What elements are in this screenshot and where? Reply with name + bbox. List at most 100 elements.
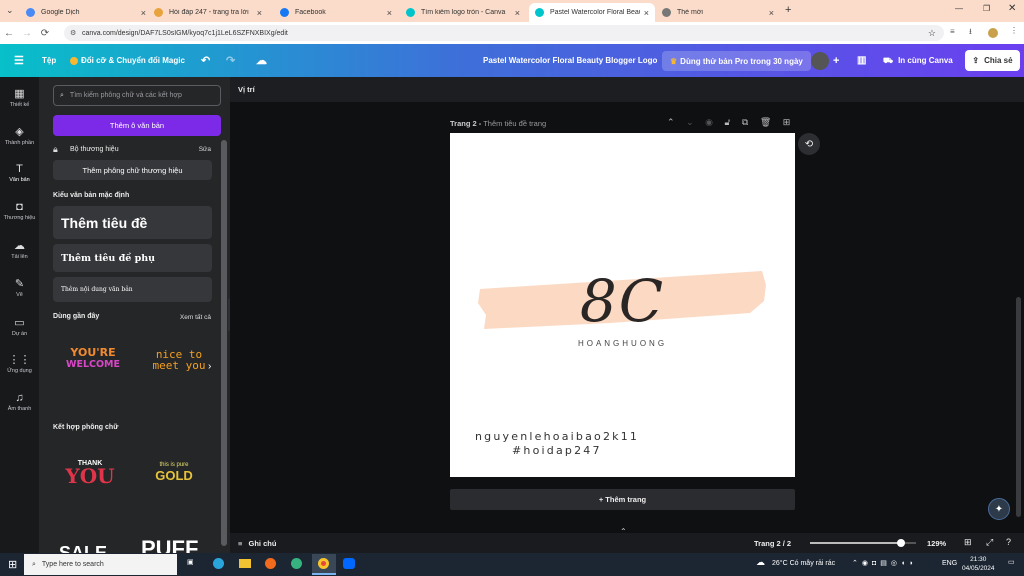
magic-resize-button[interactable]: Đổi cỡ & Chuyển đổi Magic <box>70 44 185 77</box>
add-collaborator-icon[interactable]: + <box>833 44 839 77</box>
browser-tab[interactable]: Google Dịch × <box>20 3 152 22</box>
add-text-box-button[interactable]: Thêm ô văn bản <box>53 115 221 136</box>
add-page-icon[interactable]: ⊞ <box>783 117 791 127</box>
browser-tab[interactable]: Thẻ mới × <box>656 3 780 22</box>
url-field[interactable]: ⚙ canva.com/design/DAF7LS0sIGM/kyoq7c1j1… <box>64 25 944 41</box>
zoom-value[interactable]: 129% <box>927 539 946 548</box>
edge-icon[interactable] <box>213 558 224 569</box>
add-subheading-button[interactable]: Thêm tiêu đề phụ <box>53 244 212 272</box>
zalo-icon[interactable] <box>343 558 355 569</box>
tab-close-icon[interactable]: × <box>515 8 520 18</box>
file-menu[interactable]: Tệp <box>42 44 56 77</box>
task-view-icon[interactable]: ▣ <box>187 558 194 566</box>
tab-close-icon[interactable]: × <box>769 8 774 18</box>
zoom-slider-knob[interactable] <box>897 539 906 547</box>
design-title[interactable]: Pastel Watercolor Floral Beauty Blogger … <box>483 44 657 77</box>
duplicate-page-icon[interactable]: ⧉ <box>742 117 748 127</box>
browser-tab[interactable]: Pastel Watercolor Floral Beauty × <box>529 3 655 22</box>
chevron-right-icon[interactable]: › <box>208 361 211 372</box>
browser-tab[interactable]: Tìm kiếm logo tròn - Canva × <box>400 3 526 22</box>
design-page[interactable]: 8C HOANGHUONG nguyenlehoaibao2k11 #hoida… <box>450 133 795 477</box>
rail-item[interactable]: ♫ Âm thanh <box>0 392 39 412</box>
profile-avatar[interactable] <box>988 28 998 38</box>
text-line-username[interactable]: nguyenlehoaibao2k11 <box>475 430 639 443</box>
hide-page-icon[interactable]: ◉ <box>705 117 713 127</box>
analytics-icon[interactable]: ▥ <box>857 44 866 77</box>
add-heading-button[interactable]: Thêm tiêu đề <box>53 206 212 239</box>
move-down-icon[interactable]: ⌄ <box>686 117 694 127</box>
firefox-icon[interactable] <box>265 558 276 569</box>
panel-scrollbar[interactable] <box>221 140 227 546</box>
logo-subtitle[interactable]: HOANGHUONG <box>450 339 795 348</box>
rail-item[interactable]: ▭ Dự án <box>0 316 39 337</box>
minimize-icon[interactable]: — <box>955 4 963 13</box>
text-line-hashtag[interactable]: #hoidap247 <box>512 444 602 457</box>
font-search-input[interactable]: ⌕ Tìm kiếm phông chữ và các kết hợp <box>53 85 221 106</box>
combo-sale[interactable]: SALE <box>59 540 129 553</box>
rail-item[interactable]: ✎ Vẽ <box>0 277 39 298</box>
lock-page-icon[interactable]: 🔓︎ <box>725 117 731 127</box>
close-window-icon[interactable]: ✕ <box>1008 3 1016 14</box>
user-avatar[interactable] <box>811 52 829 70</box>
share-button[interactable]: ⇪ Chia sẻ <box>965 50 1020 71</box>
forward-icon[interactable]: → <box>18 28 36 39</box>
browser-tab[interactable]: Facebook × <box>274 3 398 22</box>
start-icon[interactable]: ⊞ <box>8 558 17 571</box>
help-icon[interactable]: ? <box>1006 537 1011 547</box>
redo-icon[interactable]: ↷ <box>226 44 235 77</box>
combo-puff[interactable]: PUFF <box>141 535 211 553</box>
notes-button[interactable]: ≡ Ghi chú <box>238 539 276 548</box>
see-all-link[interactable]: Xem tất cả <box>180 314 211 321</box>
workspace-scrollbar[interactable] <box>1016 297 1021 517</box>
taskbar-search-box[interactable]: ⌕ Type here to search <box>24 554 177 575</box>
rail-item[interactable]: ▦ Thiết kế <box>0 87 39 108</box>
rail-item[interactable]: T Văn bản <box>0 163 39 183</box>
tray-icons[interactable]: ⌃◉◘▤◎◖◗ <box>852 559 917 567</box>
recent-font-welcome[interactable]: YOU'RE WELCOME <box>53 347 133 371</box>
pro-trial-button[interactable]: ♛ Dùng thử bản Pro trong 30 ngày <box>662 51 811 71</box>
delete-page-icon[interactable]: 🗑︎ <box>760 117 771 127</box>
position-button[interactable]: Vị trí <box>238 85 255 94</box>
notification-icon[interactable]: ▭ <box>1008 558 1015 566</box>
undo-icon[interactable]: ↶ <box>201 44 210 77</box>
tab-close-icon[interactable]: × <box>387 8 392 18</box>
language-indicator[interactable]: ENG <box>942 560 957 567</box>
combo-pure-gold[interactable]: this is pure GOLD <box>139 462 209 483</box>
combo-thank-you[interactable]: THANK YOU <box>53 459 127 486</box>
tab-close-icon[interactable]: × <box>644 8 649 18</box>
new-tab-button[interactable]: + <box>785 4 791 16</box>
page-counter[interactable]: Trang 2 / 2 <box>754 539 791 548</box>
zoom-slider[interactable] <box>810 539 916 547</box>
menu-icon[interactable]: ☰ <box>14 44 24 77</box>
restore-icon[interactable]: ❐ <box>983 4 990 13</box>
fullscreen-icon[interactable]: ⤢ <box>986 537 993 548</box>
magic-assistant-fab[interactable]: ✦ <box>988 498 1010 520</box>
rail-item[interactable]: ◈ Thành phần <box>0 125 39 146</box>
print-button[interactable]: ⛟ In cùng Canva <box>883 44 953 77</box>
recent-font-nice[interactable]: nice to meet you <box>139 349 219 371</box>
logo-monogram[interactable]: 8C <box>450 267 795 335</box>
extensions-icon[interactable]: ≡ <box>950 27 955 36</box>
file-explorer-icon[interactable] <box>239 559 251 568</box>
page-title-field[interactable]: Thêm tiêu đề trang <box>483 119 546 128</box>
refresh-fab[interactable]: ⟲ <box>798 133 820 155</box>
browser-tab[interactable]: Hỏi đáp 247 - trang tra lời × <box>148 3 268 22</box>
chrome-icon[interactable] <box>312 554 336 575</box>
rail-item[interactable]: ☁ Tải lên <box>0 239 39 260</box>
rail-item[interactable]: ⋮⋮ Ứng dụng <box>0 353 39 374</box>
rail-item[interactable]: ◘ Thương hiệu <box>0 201 39 221</box>
grid-view-icon[interactable]: ⊞ <box>964 537 972 548</box>
back-icon[interactable]: ← <box>0 28 18 39</box>
tab-close-icon[interactable]: × <box>257 8 262 18</box>
site-info-icon[interactable]: ⚙ <box>70 29 76 37</box>
app-icon[interactable] <box>291 558 302 569</box>
clock[interactable]: 21:30 04/05/2024 <box>962 555 995 573</box>
move-up-icon[interactable]: ⌃ <box>667 117 675 127</box>
add-brand-fonts-button[interactable]: Thêm phông chữ thương hiệu <box>53 160 212 180</box>
weather-text[interactable]: 26°C Có mây rải rác <box>772 560 835 567</box>
cloud-save-icon[interactable]: ☁ <box>256 44 267 77</box>
tab-search-icon[interactable]: ⌄ <box>6 5 14 16</box>
tab-close-icon[interactable]: × <box>141 8 146 18</box>
brand-edit-link[interactable]: Sửa <box>199 146 211 153</box>
bookmark-icon[interactable]: ☆ <box>928 28 936 39</box>
